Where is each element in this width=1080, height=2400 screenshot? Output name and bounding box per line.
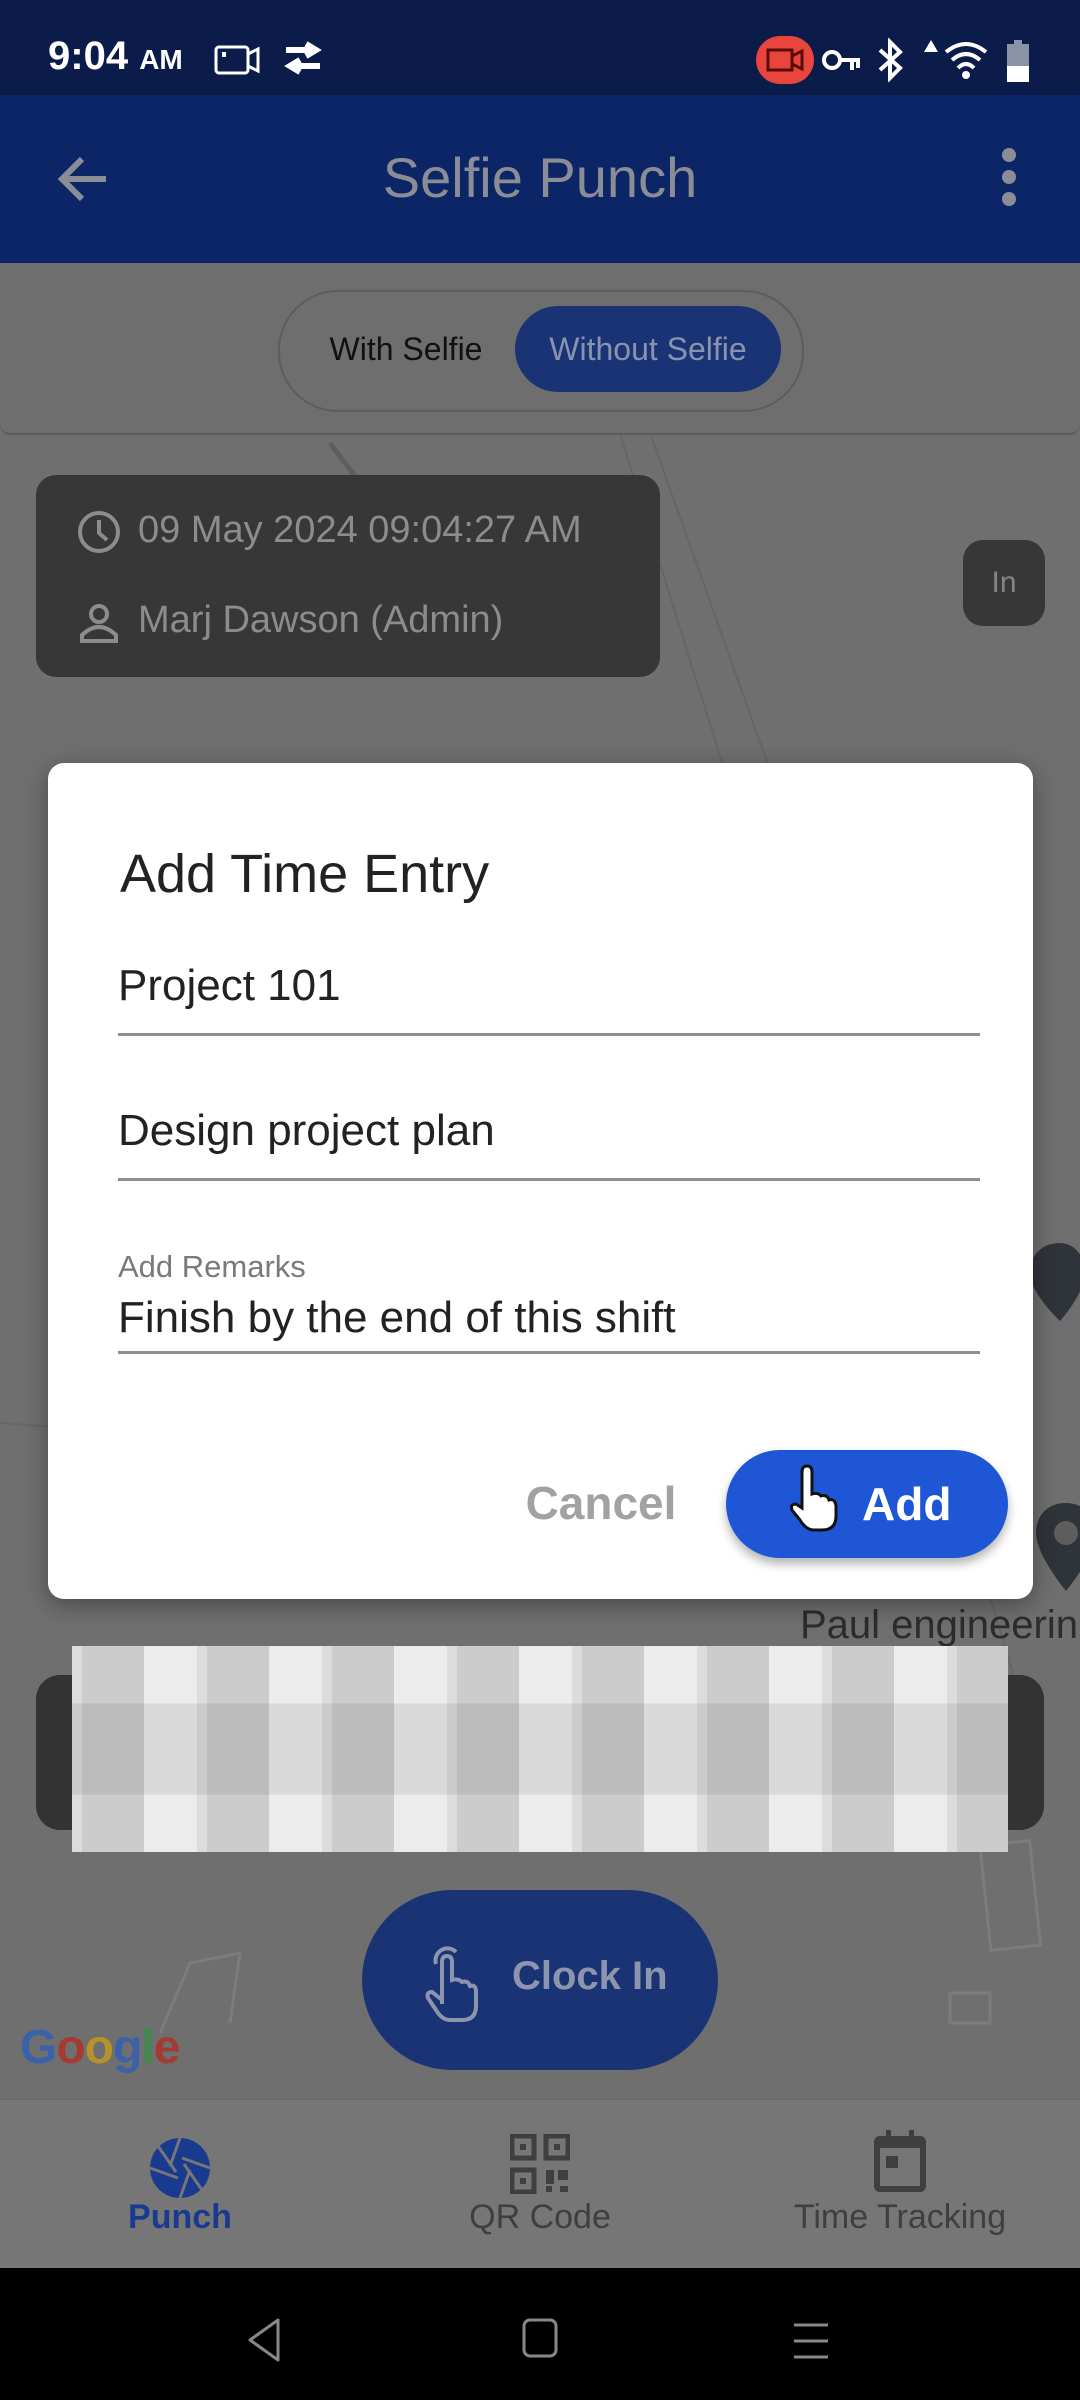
remarks-value: Finish by the end of this shift: [118, 1293, 676, 1342]
map-pin-icon[interactable]: [1030, 1243, 1080, 1323]
screen-record-icon: [214, 45, 260, 75]
google-attribution: Google: [20, 2021, 180, 2074]
punch-datetime: 09 May 2024 09:04:27 AM: [138, 509, 582, 551]
nav-label-qr-code: QR Code: [469, 2198, 611, 2236]
cancel-button[interactable]: Cancel: [516, 1463, 686, 1543]
status-bar: 9:04 AM: [0, 0, 1080, 95]
vpn-key-icon: [822, 50, 860, 70]
camera-recording-icon: [756, 36, 814, 84]
project-value: Project 101: [118, 961, 341, 1010]
camera-shutter-icon: [149, 2137, 211, 2199]
add-time-entry-dialog: Add Time Entry Project 101 Design projec…: [48, 763, 1033, 1599]
pointer-hand-cursor-icon: [790, 1464, 838, 1532]
home-nav-icon[interactable]: [522, 2318, 558, 2358]
status-pill: In: [963, 540, 1045, 626]
nav-label-time-tracking: Time Tracking: [793, 2198, 1007, 2236]
page-title: Selfie Punch: [382, 146, 698, 209]
add-label: Add: [862, 1478, 952, 1530]
more-vertical-icon[interactable]: [994, 147, 1024, 207]
calendar-icon: [874, 2130, 926, 2192]
project-field[interactable]: Project 101: [118, 953, 980, 1036]
status-time: 9:04 AM: [48, 34, 183, 78]
map-place-label: Paul engineerin: [800, 1603, 1078, 1647]
without-selfie-option[interactable]: Without Selfie: [515, 306, 781, 392]
system-navigation-bar: [0, 2268, 1080, 2400]
add-button[interactable]: Add: [726, 1450, 1008, 1558]
clock-in-label: Clock In: [512, 1954, 668, 1998]
nav-item-time-tracking[interactable]: Time Tracking: [720, 2098, 1080, 2268]
sync-icon: [284, 41, 322, 75]
back-nav-icon[interactable]: [246, 2318, 282, 2362]
battery-icon: [1007, 40, 1029, 82]
bluetooth-icon: [878, 38, 903, 82]
task-value: Design project plan: [118, 1106, 495, 1155]
nav-item-qr-code[interactable]: QR Code: [360, 2098, 720, 2268]
task-field[interactable]: Design project plan: [118, 1098, 980, 1181]
qr-code-icon: [510, 2134, 570, 2194]
clock-icon: [78, 511, 120, 553]
user-icon: [80, 604, 118, 643]
nav-label-punch: Punch: [128, 2198, 232, 2236]
remarks-label: Add Remarks: [118, 1249, 306, 1284]
remarks-field[interactable]: Add Remarks Finish by the end of this sh…: [118, 1243, 980, 1354]
punch-info-card: 09 May 2024 09:04:27 AM Marj Dawson (Adm…: [36, 475, 660, 677]
touch-hand-icon: [425, 1946, 478, 2022]
with-selfie-option[interactable]: With Selfie: [300, 306, 512, 392]
nav-item-punch[interactable]: Punch: [0, 2098, 360, 2268]
map-pin-icon[interactable]: [1036, 1503, 1080, 1593]
app-bar: Selfie Punch: [0, 95, 1080, 263]
punch-user: Marj Dawson (Admin): [138, 599, 504, 641]
clock-in-button[interactable]: Clock In: [362, 1890, 718, 2070]
redacted-image: [72, 1646, 1008, 1852]
wifi-icon: [944, 42, 988, 79]
recents-nav-icon[interactable]: [792, 2322, 830, 2360]
dialog-title: Add Time Entry: [120, 844, 490, 904]
signal-icon: [924, 40, 938, 52]
